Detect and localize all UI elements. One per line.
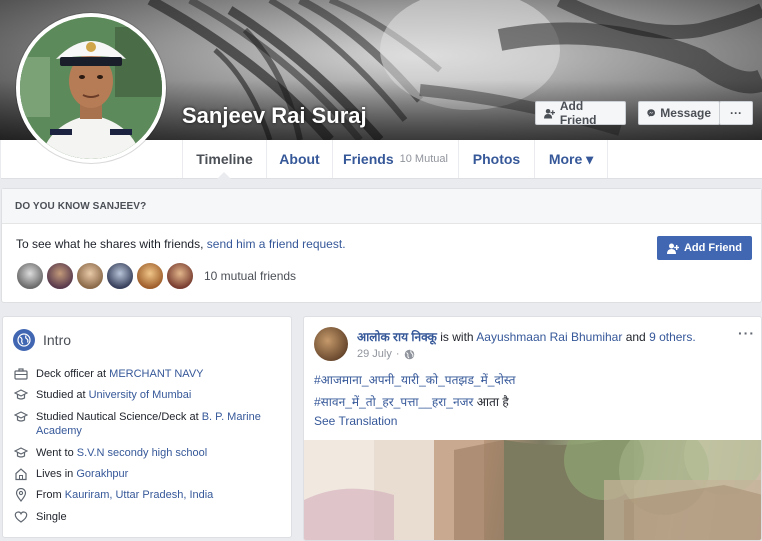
intro-relationship: Single [14,510,276,524]
post-meta: 29 July · [357,348,415,360]
hashtag-link[interactable]: #सावन_में_तो_हर_पत्ता__हरा_नजर [314,395,473,409]
post-author-name[interactable]: आलोक राय निक्कू [357,330,437,344]
intro-card: Intro Deck officer at MERCHANT NAVY Stud… [2,316,292,538]
profile-name[interactable]: Sanjeev Rai Suraj [182,103,367,129]
add-person-icon [544,108,555,118]
briefcase-icon [14,368,28,380]
intro-education-3: Went to S.V.N secondy high school [14,446,276,460]
add-friend-button[interactable]: Add Friend [535,99,626,127]
tab-photos[interactable]: Photos [459,140,535,178]
home-icon [15,468,27,481]
message-button[interactable]: Message [638,101,720,125]
mutual-friends-text[interactable]: 10 mutual friends [204,269,296,283]
avatar[interactable] [136,262,164,290]
intro-lives-in: Lives in Gorakhpur [14,467,276,481]
add-friend-label: Add Friend [559,99,597,127]
post-author-avatar[interactable] [314,327,348,361]
current-city-link[interactable]: Gorakhpur [76,468,128,480]
post-date[interactable]: 29 July [357,348,392,360]
intro-hometown: From Kauriram, Uttar Pradesh, India [14,488,276,502]
send-friend-request-link[interactable]: send him a friend request. [207,237,346,251]
friend-request-prompt: To see what he shares with friends, send… [16,237,346,251]
avatar[interactable] [16,262,44,290]
see-translation-link[interactable]: See Translation [314,414,397,428]
post-photo[interactable] [304,440,761,540]
avatar[interactable] [76,262,104,290]
post-text-line-2: #सावन_में_तो_हर_पत्ता__हरा_नजर आता है [314,395,509,409]
location-pin-icon [15,488,27,502]
hashtag-link[interactable]: #आजमाना_अपनी_यारी_को_पतझड_में_दोस्त [314,373,515,387]
timeline-post: आलोक राय निक्कू is with Aayushmaan Rai B… [303,316,762,541]
mutual-friends-count: 10 Mutual [399,153,448,165]
intro-work: Deck officer at MERCHANT NAVY [14,367,276,381]
profile-picture[interactable] [16,13,166,163]
tagged-others-link[interactable]: 9 others. [649,330,696,344]
globe-privacy-icon[interactable] [404,349,415,360]
post-header: आलोक राय निक्कू is with Aayushmaan Rai B… [357,330,696,344]
active-tab-indicator [217,172,231,179]
add-person-icon [666,243,679,254]
intro-education-2: Studied Nautical Science/Deck at B. P. M… [14,410,276,438]
school-link[interactable]: S.V.N secondy high school [77,447,207,459]
tab-friends[interactable]: Friends 10 Mutual [333,140,459,178]
post-text-line-1: #आजमाना_अपनी_यारी_को_पतझड_में_दोस्त [314,371,515,388]
message-label: Message [660,106,711,120]
heart-icon [14,511,28,523]
intro-education-1: Studied at University of Mumbai [14,388,276,402]
graduation-cap-icon [14,411,28,422]
post-options-button[interactable]: ··· [738,325,755,341]
avatar[interactable] [46,262,74,290]
avatar[interactable] [106,262,134,290]
graduation-cap-icon [14,389,28,400]
employer-link[interactable]: MERCHANT NAVY [109,368,203,380]
graduation-cap-icon [14,447,28,458]
do-you-know-card: DO YOU KNOW SANJEEV? To see what he shar… [1,188,762,303]
hometown-link[interactable]: Kauriram, Uttar Pradesh, India [65,489,214,501]
messenger-icon [647,109,655,117]
avatar[interactable] [166,262,194,290]
do-you-know-header: DO YOU KNOW SANJEEV? [2,189,761,224]
globe-icon [13,329,35,351]
tab-about[interactable]: About [267,140,333,178]
tagged-person-link[interactable]: Aayushmaan Rai Bhumihar [476,330,622,344]
tab-more[interactable]: More ▾ [535,140,608,178]
more-options-button[interactable]: ··· [719,101,753,125]
intro-title: Intro [13,329,71,351]
ellipsis-icon: ··· [730,106,742,120]
university-link[interactable]: University of Mumbai [89,389,192,401]
mutual-friends-avatars [16,262,196,290]
know-add-friend-button[interactable]: Add Friend [656,236,752,260]
